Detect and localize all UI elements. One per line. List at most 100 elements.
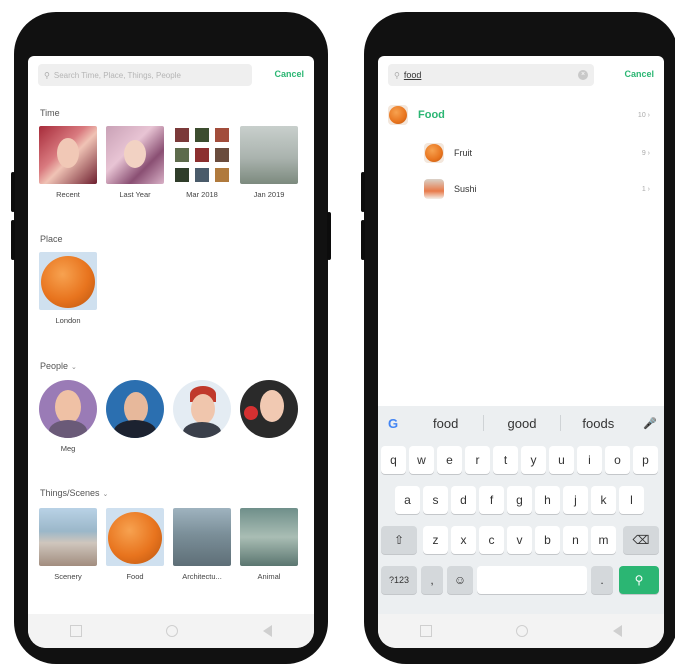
clear-icon[interactable]: × bbox=[578, 70, 588, 80]
album-label: Recent bbox=[56, 190, 80, 199]
phone-right: ⚲ food × Cancel Food 10 › Fruit 9 › Sush… bbox=[361, 12, 675, 664]
key-w[interactable]: w bbox=[409, 446, 434, 474]
key-c[interactable]: c bbox=[479, 526, 504, 554]
space-key[interactable] bbox=[477, 566, 587, 594]
person-avatar[interactable] bbox=[173, 380, 231, 438]
key-u[interactable]: u bbox=[549, 446, 574, 474]
home-icon[interactable] bbox=[166, 625, 179, 637]
people-title-text: People bbox=[40, 361, 69, 371]
place-label: London bbox=[55, 316, 81, 325]
key-m[interactable]: m bbox=[591, 526, 616, 554]
key-z[interactable]: z bbox=[423, 526, 448, 554]
result-fruit[interactable]: Fruit 9 › bbox=[424, 140, 656, 166]
scene-scenery[interactable] bbox=[39, 508, 97, 566]
sushi-icon bbox=[424, 179, 444, 199]
key-v[interactable]: v bbox=[507, 526, 532, 554]
result-label: Fruit bbox=[454, 148, 472, 158]
volume-button bbox=[361, 220, 365, 260]
suggestion[interactable]: food bbox=[408, 416, 483, 431]
section-title-time: Time bbox=[40, 108, 60, 118]
album-label: Last Year bbox=[119, 190, 151, 199]
fruit-icon bbox=[424, 143, 444, 163]
search-value: food bbox=[403, 70, 422, 80]
key-r[interactable]: r bbox=[465, 446, 490, 474]
scene-food[interactable] bbox=[106, 508, 164, 566]
key-h[interactable]: h bbox=[535, 486, 560, 514]
key-q[interactable]: q bbox=[381, 446, 406, 474]
emoji-key[interactable]: ☺ bbox=[447, 566, 473, 594]
result-sushi[interactable]: Sushi 1 › bbox=[424, 176, 656, 202]
scene-architecture[interactable] bbox=[173, 508, 231, 566]
result-label: Food bbox=[418, 109, 445, 121]
search-icon: ⚲ bbox=[634, 573, 644, 587]
result-count: 10 › bbox=[637, 111, 650, 119]
key-a[interactable]: a bbox=[395, 486, 420, 514]
person-avatar[interactable] bbox=[106, 380, 164, 438]
key-f[interactable]: f bbox=[479, 486, 504, 514]
scene-label: Animal bbox=[257, 572, 281, 581]
result-label: Sushi bbox=[454, 184, 477, 194]
key-x[interactable]: x bbox=[451, 526, 476, 554]
emoji-icon: ☺ bbox=[453, 573, 467, 587]
chevron-down-icon[interactable]: ⌄ bbox=[71, 364, 77, 371]
chevron-down-icon[interactable]: ⌄ bbox=[103, 491, 109, 498]
result-count: 9 › bbox=[641, 149, 650, 157]
person-label: Meg bbox=[60, 444, 76, 453]
result-food[interactable]: Food 10 › bbox=[388, 102, 656, 128]
things-title-text: Things/Scenes bbox=[40, 488, 100, 498]
key-p[interactable]: p bbox=[633, 446, 658, 474]
key-i[interactable]: i bbox=[577, 446, 602, 474]
power-button bbox=[327, 212, 331, 260]
key-k[interactable]: k bbox=[591, 486, 616, 514]
google-icon[interactable]: G bbox=[378, 416, 408, 431]
album-label: Jan 2019 bbox=[253, 190, 285, 199]
scene-animal[interactable] bbox=[240, 508, 298, 566]
place-london[interactable] bbox=[39, 252, 97, 310]
key-g[interactable]: g bbox=[507, 486, 532, 514]
key-o[interactable]: o bbox=[605, 446, 630, 474]
section-title-things: Things/Scenes ⌄ bbox=[40, 488, 108, 498]
album-jan-2019[interactable] bbox=[240, 126, 298, 184]
key-n[interactable]: n bbox=[563, 526, 588, 554]
search-input[interactable]: ⚲ food × bbox=[388, 64, 594, 86]
system-nav-bar bbox=[378, 614, 664, 648]
search-icon: ⚲ bbox=[394, 70, 400, 80]
search-results-screen: ⚲ food × Cancel Food 10 › Fruit 9 › Sush… bbox=[378, 56, 664, 648]
comma-key[interactable]: , bbox=[421, 566, 443, 594]
recents-icon[interactable] bbox=[70, 625, 83, 637]
scene-label: Food bbox=[126, 572, 144, 581]
key-y[interactable]: y bbox=[521, 446, 546, 474]
album-last-year[interactable] bbox=[106, 126, 164, 184]
suggestion[interactable]: foods bbox=[561, 416, 636, 431]
home-icon[interactable] bbox=[516, 625, 529, 637]
symbols-key[interactable]: ?123 bbox=[381, 566, 417, 594]
suggestion[interactable]: good bbox=[484, 416, 559, 431]
key-b[interactable]: b bbox=[535, 526, 560, 554]
key-l[interactable]: l bbox=[619, 486, 644, 514]
cancel-button[interactable]: Cancel bbox=[624, 69, 654, 79]
key-t[interactable]: t bbox=[493, 446, 518, 474]
album-recent[interactable] bbox=[39, 126, 97, 184]
cancel-button[interactable]: Cancel bbox=[274, 69, 304, 79]
suggestion-bar: G food good foods 🎤 bbox=[378, 406, 664, 440]
back-icon[interactable] bbox=[612, 625, 622, 637]
section-title-people: People ⌄ bbox=[40, 361, 77, 371]
period-key[interactable]: . bbox=[591, 566, 613, 594]
search-input[interactable]: ⚲ Search Time, Place, Things, People bbox=[38, 64, 252, 86]
album-mar-2018[interactable] bbox=[173, 126, 231, 184]
person-meg[interactable] bbox=[39, 380, 97, 438]
recents-icon[interactable] bbox=[420, 625, 433, 637]
search-screen: ⚲ Search Time, Place, Things, People Can… bbox=[28, 56, 314, 648]
key-e[interactable]: e bbox=[437, 446, 462, 474]
person-avatar[interactable] bbox=[240, 380, 298, 438]
back-icon[interactable] bbox=[262, 625, 272, 637]
backspace-key[interactable]: ⌫ bbox=[623, 526, 659, 554]
album-label: Mar 2018 bbox=[186, 190, 218, 199]
key-j[interactable]: j bbox=[563, 486, 588, 514]
key-d[interactable]: d bbox=[451, 486, 476, 514]
search-key[interactable]: ⚲ bbox=[619, 566, 659, 594]
shift-icon: ⇧ bbox=[393, 533, 405, 547]
shift-key[interactable]: ⇧ bbox=[381, 526, 417, 554]
microphone-icon[interactable]: 🎤 bbox=[636, 417, 664, 430]
key-s[interactable]: s bbox=[423, 486, 448, 514]
